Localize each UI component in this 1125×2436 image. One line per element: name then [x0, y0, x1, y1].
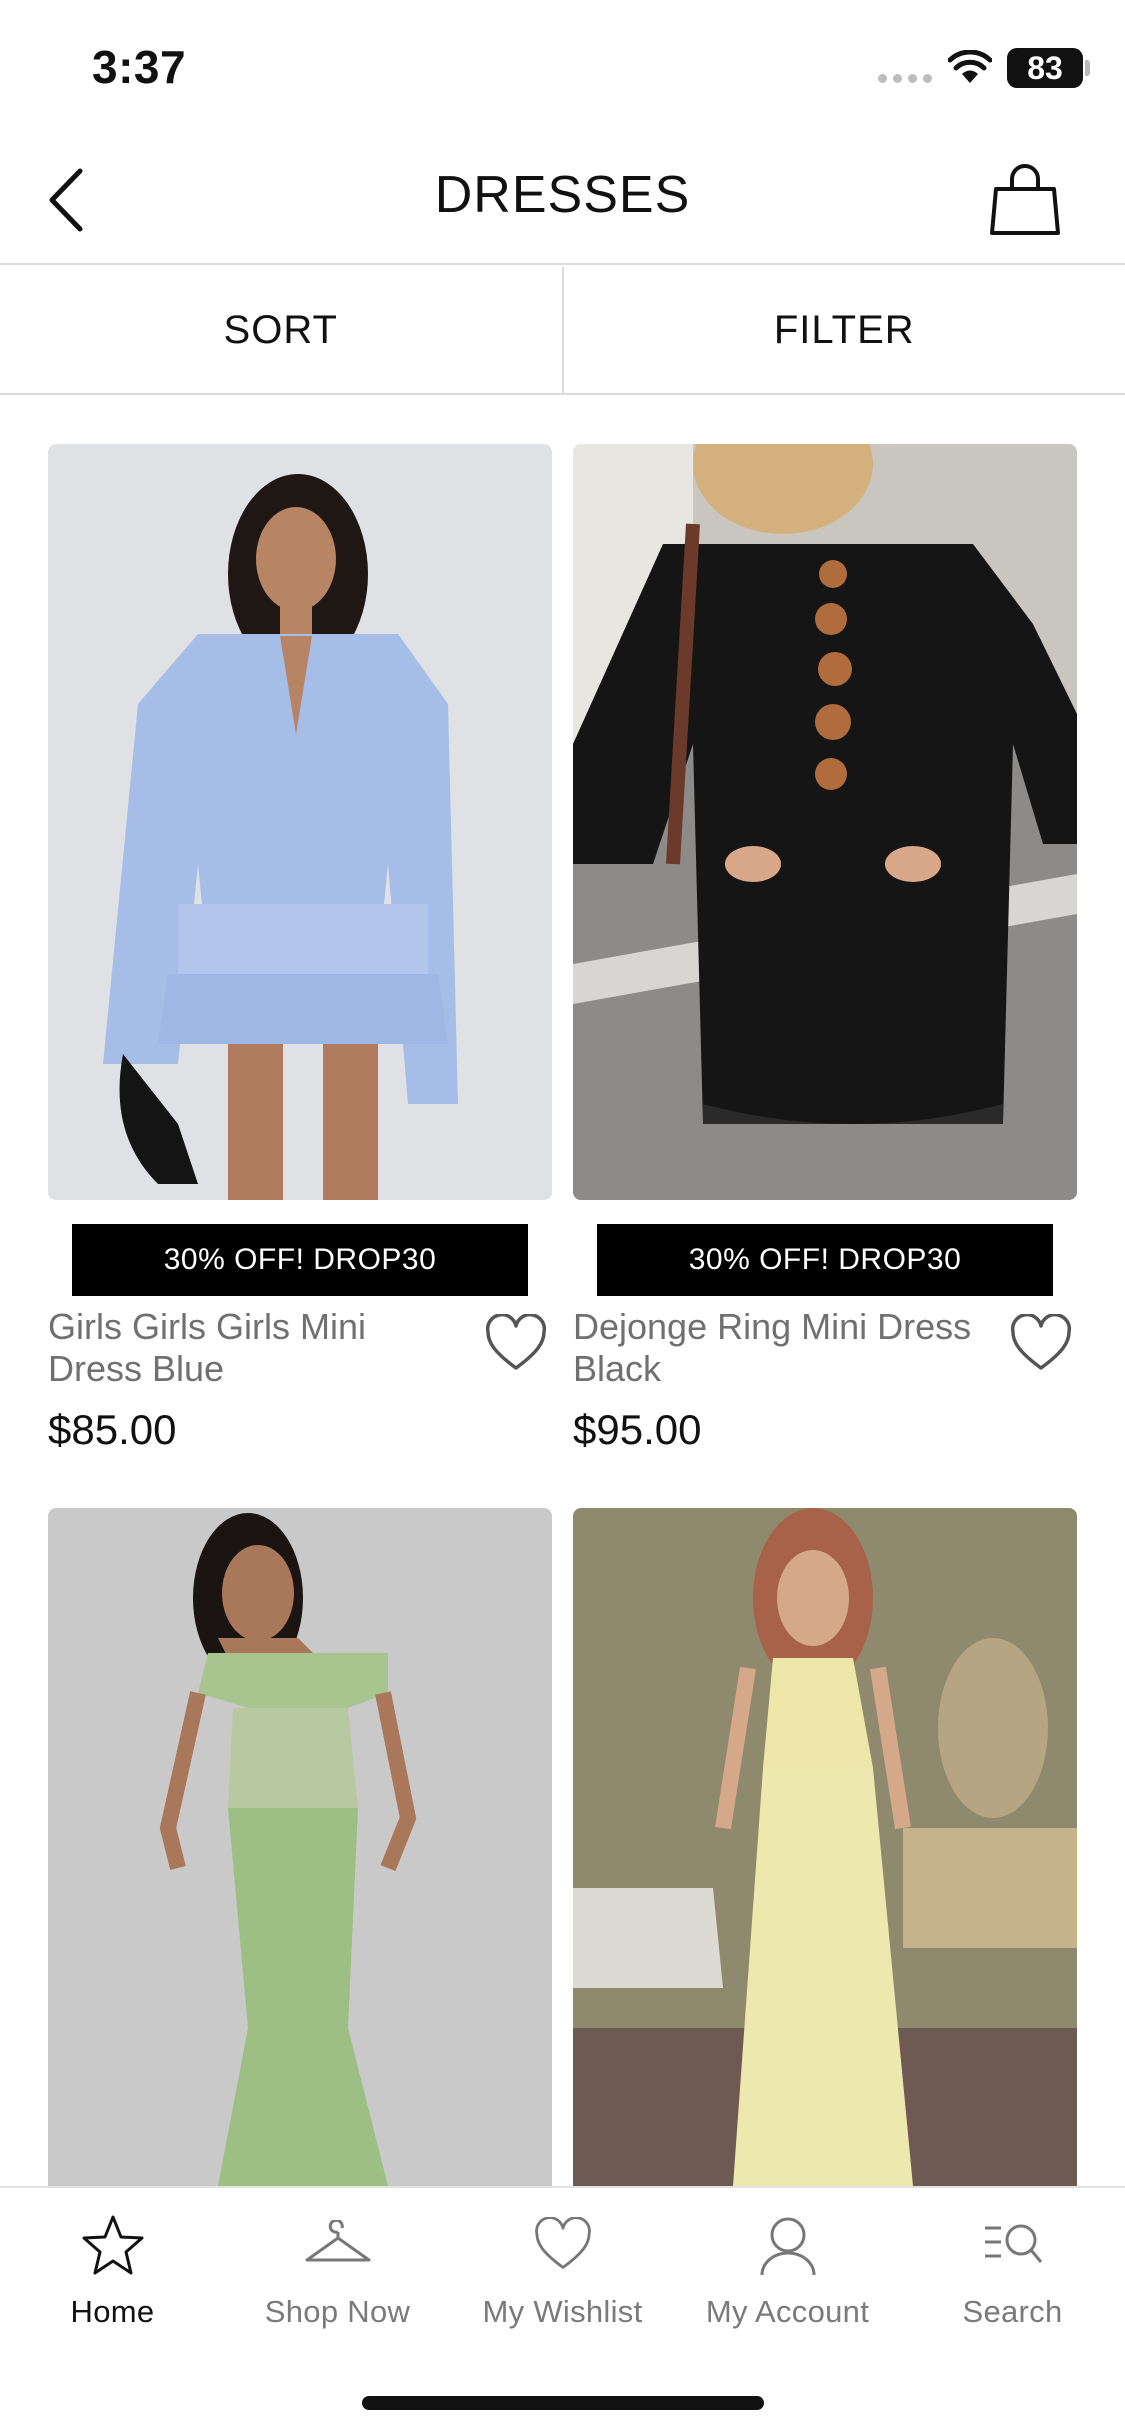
wifi-icon — [947, 49, 993, 89]
wishlist-button[interactable] — [1009, 1313, 1073, 1374]
tab-label: Search — [962, 2294, 1063, 2329]
tab-label: Home — [70, 2294, 155, 2329]
product-image[interactable] — [48, 444, 552, 1200]
heart-icon — [485, 1313, 547, 1370]
product-name[interactable]: Dejonge Ring Mini Dress Black — [573, 1306, 983, 1390]
product-image[interactable] — [573, 1508, 1077, 2186]
nav-header: DRESSES — [0, 135, 1125, 265]
heart-icon — [528, 2210, 598, 2280]
product-image[interactable] — [573, 444, 1077, 1200]
hanger-icon — [303, 2210, 373, 2280]
status-bar: 3:37 83 — [0, 0, 1125, 135]
status-time: 3:37 — [92, 41, 187, 93]
promo-badge: 30% OFF! DROP30 — [72, 1224, 528, 1296]
sort-filter-bar: SORT FILTER — [0, 267, 1125, 395]
shopping-bag-icon — [990, 164, 1060, 235]
tab-label: My Account — [705, 2294, 870, 2329]
star-icon — [78, 2210, 148, 2280]
tab-my-wishlist[interactable]: My Wishlist — [450, 2210, 675, 2350]
battery-indicator: 83 — [1007, 48, 1083, 88]
product-image[interactable] — [48, 1508, 552, 2186]
home-indicator — [362, 2396, 764, 2410]
tab-shop-now[interactable]: Shop Now — [225, 2210, 450, 2350]
promo-badge: 30% OFF! DROP30 — [597, 1224, 1053, 1296]
tab-my-account[interactable]: My Account — [675, 2210, 900, 2350]
heart-icon — [1010, 1313, 1072, 1370]
wishlist-button[interactable] — [484, 1313, 548, 1374]
sort-button[interactable]: SORT — [0, 267, 562, 393]
cellular-signal-icon — [878, 74, 932, 83]
product-name[interactable]: Girls Girls Girls Mini Dress Blue — [48, 1306, 458, 1390]
tab-label: My Wishlist — [482, 2294, 643, 2329]
tab-label: Shop Now — [264, 2294, 411, 2329]
search-list-icon — [978, 2210, 1048, 2280]
battery-tip — [1085, 60, 1090, 76]
tab-home[interactable]: Home — [0, 2210, 225, 2350]
product-price: $95.00 — [573, 1406, 702, 1453]
filter-button[interactable]: FILTER — [561, 267, 1125, 393]
tab-search[interactable]: Search — [900, 2210, 1125, 2350]
product-price: $85.00 — [48, 1406, 177, 1453]
page-title: DRESSES — [434, 166, 691, 224]
person-icon — [753, 2210, 823, 2280]
shopping-bag-button[interactable] — [988, 159, 1062, 239]
